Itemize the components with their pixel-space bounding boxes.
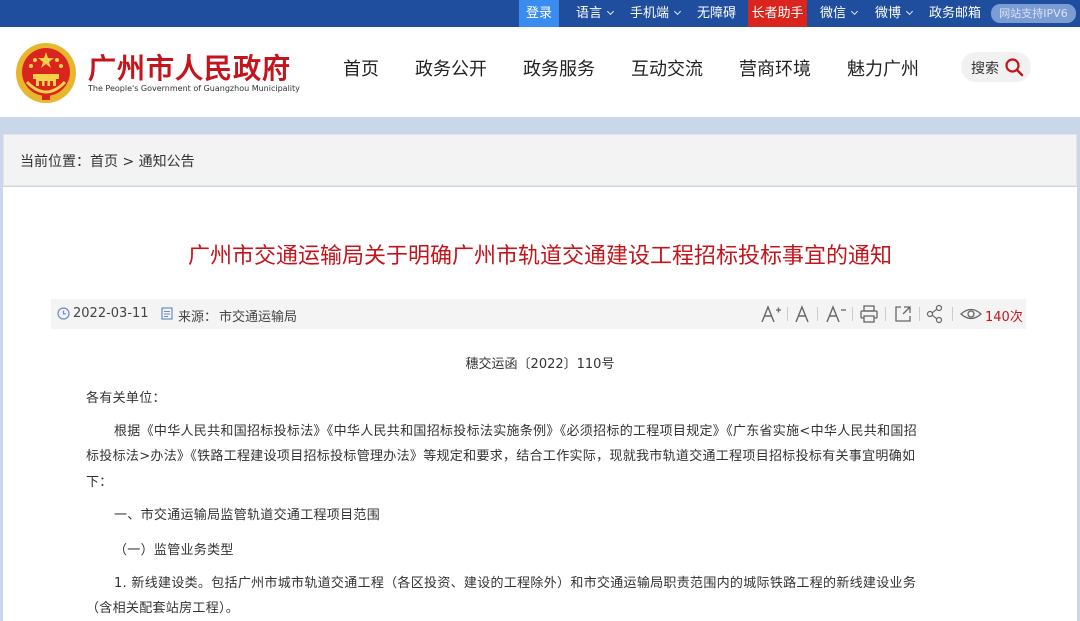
top-utility-bar: 登录 语言 手机端 无障碍 长者助手 微信 微博 政务邮箱 网站支持IPV6 — [0, 0, 1080, 27]
ipv6-badge: 网站支持IPV6 — [991, 4, 1076, 23]
salutation: 各有关单位： — [86, 391, 166, 406]
email-link[interactable]: 政务邮箱 — [929, 0, 981, 27]
site-subtitle: The People's Government of Guangzhou Mun… — [88, 84, 300, 93]
font-increase-icon[interactable] — [760, 304, 782, 324]
mobile-menu[interactable]: 手机端 — [630, 0, 682, 27]
paragraph-line: 下： — [86, 475, 113, 490]
nav-home[interactable]: 首页 — [343, 55, 379, 81]
breadcrumb-current[interactable]: 通知公告 — [139, 154, 195, 170]
chevron-down-icon — [673, 7, 682, 16]
mobile-label: 手机端 — [630, 6, 670, 21]
divider — [852, 307, 853, 321]
breadcrumb-prefix: 当前位置： — [20, 154, 90, 170]
article-source-label: 来源： — [178, 310, 218, 325]
divider — [919, 307, 920, 321]
paragraph-line: 根据《中华人民共和国招标投标法》《中华人民共和国招标投标法实施条例》《必须招标的… — [114, 424, 917, 439]
article-meta-bar: 2022-03-11 来源： 市交通运输局 140次 — [51, 299, 1026, 329]
breadcrumb-separator: > — [122, 154, 135, 170]
document-number: 穗交运函〔2022〕110号 — [465, 357, 615, 372]
elder-assistant-button[interactable]: 长者助手 — [748, 0, 807, 27]
search-button[interactable]: 搜索 — [961, 52, 1031, 82]
breadcrumb: 当前位置：首页 > 通知公告 — [20, 151, 195, 171]
divider — [885, 307, 886, 321]
search-icon — [1005, 58, 1024, 77]
paragraph-line: （含相关配套站房工程）。 — [86, 601, 240, 616]
clock-icon — [57, 307, 70, 320]
section-heading: 一、市交通运输局监管轨道交通工程项目范围 — [114, 508, 381, 523]
eye-icon — [960, 308, 982, 320]
national-emblem-icon — [16, 43, 76, 103]
divider — [952, 307, 953, 321]
font-decrease-icon[interactable] — [825, 304, 847, 324]
document-icon — [161, 307, 173, 320]
nav-charming-guangzhou[interactable]: 魅力广州 — [847, 55, 919, 81]
search-label: 搜索 — [971, 61, 999, 77]
nav-gov-services[interactable]: 政务服务 — [523, 55, 595, 81]
subsection-heading: （一）监管业务类型 — [114, 543, 234, 558]
share-out-icon[interactable] — [893, 304, 913, 324]
view-count: 140次 — [985, 310, 1023, 325]
paragraph-line: 标投标法>办法》《铁路工程建设项目招标投标管理办法》等规定和要求，结合工作实际，… — [86, 449, 916, 464]
divider — [817, 307, 818, 321]
weibo-menu[interactable]: 微博 — [875, 0, 914, 27]
language-menu[interactable]: 语言 — [576, 0, 615, 27]
nav-business-environment[interactable]: 营商环境 — [739, 55, 811, 81]
weibo-label: 微博 — [875, 6, 902, 21]
accessible-link[interactable]: 无障碍 — [697, 0, 736, 27]
site-title[interactable]: 广州市人民政府 — [88, 47, 291, 87]
article-date: 2022-03-11 — [73, 306, 149, 321]
chevron-down-icon — [606, 7, 615, 16]
paragraph-line: 1. 新线建设类。包括广州市城市轨道交通工程（各区投资、建设的工程除外）和市交通… — [114, 576, 917, 591]
font-normal-icon[interactable] — [794, 304, 810, 324]
breadcrumb-home-link[interactable]: 首页 — [90, 154, 118, 170]
divider — [787, 307, 788, 321]
login-button[interactable]: 登录 — [519, 0, 559, 27]
chevron-down-icon — [905, 7, 914, 16]
print-icon[interactable] — [859, 304, 879, 324]
chevron-down-icon — [850, 7, 859, 16]
article-title: 广州市交通运输局关于明确广州市轨道交通建设工程招标投标事宜的通知 — [187, 244, 892, 269]
nav-interaction[interactable]: 互动交流 — [631, 55, 703, 81]
share-icon[interactable] — [926, 304, 944, 324]
nav-gov-affairs-open[interactable]: 政务公开 — [415, 55, 487, 81]
site-header: 广州市人民政府 The People's Government of Guang… — [0, 27, 1080, 117]
language-label: 语言 — [576, 6, 603, 21]
article-source: 市交通运输局 — [219, 310, 298, 325]
wechat-label: 微信 — [820, 6, 847, 21]
wechat-menu[interactable]: 微信 — [820, 0, 859, 27]
